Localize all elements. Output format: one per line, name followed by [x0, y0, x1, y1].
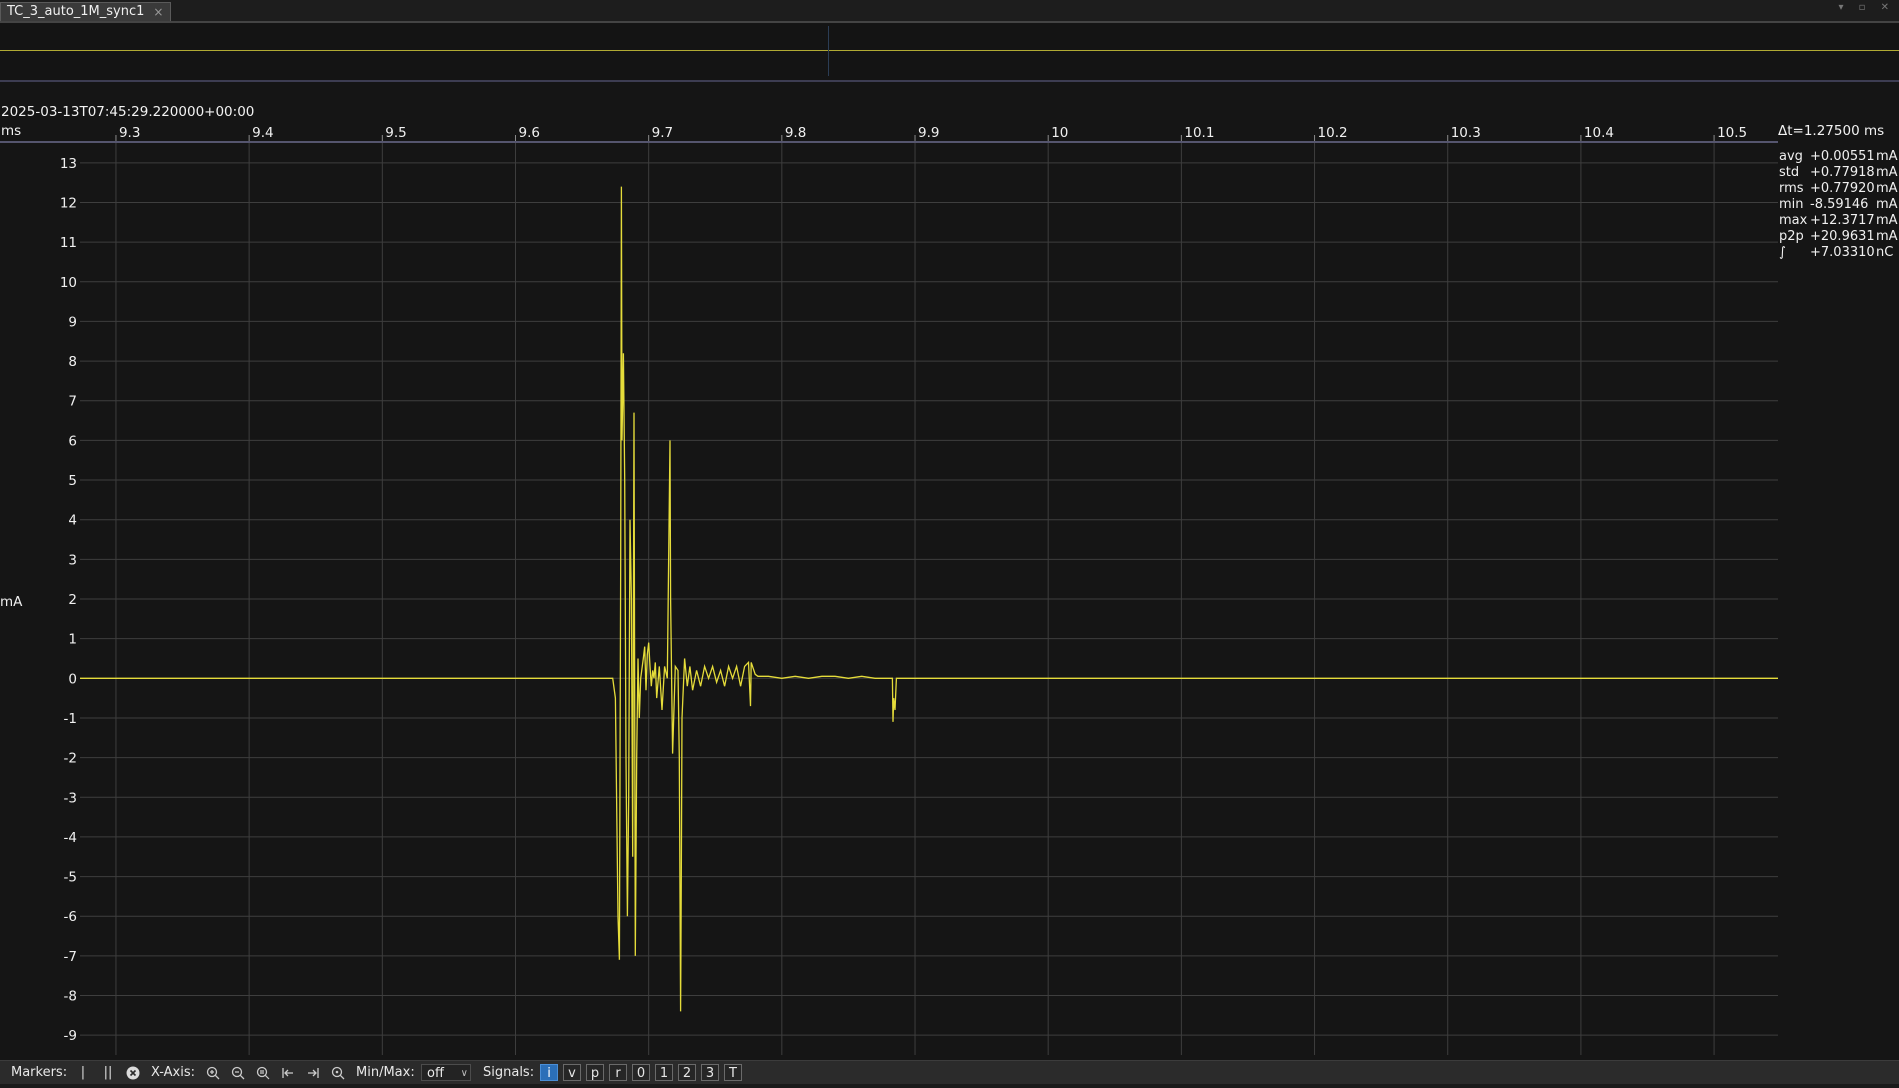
x-tick-label: 10.2	[1318, 125, 1348, 141]
zoom-all-icon[interactable]	[255, 1064, 271, 1081]
y-tick-label: 6	[68, 433, 77, 449]
signal-button-0[interactable]: 0	[632, 1064, 650, 1081]
y-tick-label: 11	[60, 235, 77, 251]
stat-name: min	[1779, 197, 1804, 212]
bottom-toolbar: Markers: | || X-Axis: Min/Max: off ∨ Sig…	[0, 1060, 1899, 1085]
stat-value: +0.77920	[1810, 181, 1875, 196]
chevron-down-icon: ∨	[460, 1068, 468, 1079]
zoom-fit-icon[interactable]	[330, 1064, 346, 1081]
x-tick-label: 9.7	[652, 125, 673, 141]
stat-value: +7.03310	[1810, 245, 1875, 260]
y-tick-label: 12	[60, 195, 77, 211]
single-marker-button[interactable]: |	[78, 1064, 88, 1081]
y-tick-label: -2	[64, 751, 77, 767]
y-tick-label: 1	[68, 632, 77, 648]
stat-row: avg +0.00551mA	[1779, 149, 1898, 165]
stat-name: ∫	[1779, 245, 1786, 260]
stat-unit: mA	[1876, 165, 1898, 180]
jump-end-icon[interactable]	[305, 1064, 321, 1081]
y-axis-unit: mA	[0, 594, 23, 610]
x-tick-label: 9.3	[119, 125, 140, 141]
y-tick-label: 0	[68, 671, 77, 687]
y-tick-label: 8	[68, 354, 77, 370]
y-tick-label: 13	[60, 156, 77, 172]
stat-unit: mA	[1876, 229, 1898, 244]
minmax-label: Min/Max:	[356, 1065, 415, 1080]
y-tick-label: 10	[60, 275, 77, 291]
signal-button-r[interactable]: r	[609, 1064, 627, 1081]
signal-button-3[interactable]: 3	[701, 1064, 719, 1081]
zoom-in-icon[interactable]	[205, 1064, 221, 1081]
signal-button-1[interactable]: 1	[655, 1064, 673, 1081]
x-tick-label: 9.4	[252, 125, 273, 141]
x-tick-labels: 9.3 9.4 9.5 9.6 9.7 9.8 9.9 10 10.1 10.2 10.3 10.4 1…	[119, 125, 1747, 141]
x-tick-label: 10	[1051, 125, 1068, 141]
stat-row: p2p +20.9631mA	[1779, 229, 1898, 245]
y-tick-label: -7	[64, 949, 77, 965]
dual-marker-button[interactable]: ||	[101, 1064, 115, 1081]
y-tick-label: -8	[64, 989, 77, 1005]
y-tick-label: -6	[64, 909, 77, 925]
stat-name: rms	[1779, 181, 1804, 196]
x-tick-label: 9.5	[385, 125, 406, 141]
stat-name: std	[1779, 165, 1800, 180]
stat-row: rms +0.77920mA	[1779, 181, 1898, 197]
zoom-out-icon[interactable]	[230, 1064, 246, 1081]
x-tick-label: 9.6	[518, 125, 539, 141]
clear-markers-icon[interactable]	[125, 1064, 141, 1081]
signal-button-i[interactable]: i	[540, 1064, 558, 1081]
y-tick-label: 2	[68, 592, 77, 608]
y-tick-label: -4	[64, 830, 77, 846]
signal-button-2[interactable]: 2	[678, 1064, 696, 1081]
waveform-plot[interactable]: 9.3 9.4 9.5 9.6 9.7 9.8 9.9 10 10.1 10.2 10.3 10.4 1…	[0, 0, 1899, 1060]
stat-value: +12.3717	[1810, 213, 1875, 228]
minmax-value: off	[427, 1066, 444, 1081]
signal-button-p[interactable]: p	[586, 1064, 604, 1081]
signal-button-T[interactable]: T	[724, 1064, 742, 1081]
stat-value: +0.00551	[1810, 149, 1875, 164]
stat-unit: nC	[1876, 245, 1894, 260]
signal-button-v[interactable]: v	[563, 1064, 581, 1081]
signals-label: Signals:	[483, 1065, 535, 1080]
stat-name: max	[1779, 213, 1808, 228]
stat-name: p2p	[1779, 229, 1804, 244]
xaxis-label: X-Axis:	[151, 1065, 196, 1080]
x-tick-label: 10.1	[1184, 125, 1214, 141]
x-tick-label: 10.4	[1584, 125, 1614, 141]
window-bottom-edge	[0, 1084, 1899, 1088]
stat-row: min -8.59146 mA	[1779, 197, 1898, 213]
y-tick-label: 5	[68, 473, 77, 489]
stat-unit: mA	[1876, 197, 1898, 212]
y-tick-label: 7	[68, 394, 77, 410]
y-tick-label: 9	[68, 314, 77, 330]
jump-start-icon[interactable]	[280, 1064, 296, 1081]
y-tick-label: -1	[64, 711, 77, 727]
stat-unit: mA	[1876, 213, 1898, 228]
stat-value: -8.59146	[1810, 197, 1869, 212]
statistics-panel: avg +0.00551mA std +0.77918mA rms +0.77920mA m…	[1779, 149, 1898, 261]
markers-label: Markers:	[11, 1065, 68, 1080]
stat-name: avg	[1779, 149, 1803, 164]
y-tick-label: -3	[64, 790, 77, 806]
x-tick-label: 9.8	[785, 125, 806, 141]
y-tick-label: 4	[68, 513, 77, 529]
y-tick-label: 3	[68, 552, 77, 568]
x-tick-label: 10.5	[1717, 125, 1747, 141]
y-tick-label: -9	[64, 1028, 77, 1044]
x-tick-label: 9.9	[918, 125, 939, 141]
x-tick-label: 10.3	[1451, 125, 1481, 141]
stat-row: ∫ +7.03310nC	[1779, 245, 1898, 261]
y-tick-labels: 131211109876543210-1-2-3-4-5-6-7-8-9	[60, 156, 77, 1044]
stat-row: max +12.3717mA	[1779, 213, 1898, 229]
stat-unit: mA	[1876, 181, 1898, 196]
stat-row: std +0.77918mA	[1779, 165, 1898, 181]
minmax-select[interactable]: off ∨	[421, 1064, 471, 1081]
stat-value: +20.9631	[1810, 229, 1875, 244]
grid	[80, 135, 1778, 1055]
stat-unit: mA	[1876, 149, 1898, 164]
stat-value: +0.77918	[1810, 165, 1875, 180]
y-tick-label: -5	[64, 870, 77, 886]
